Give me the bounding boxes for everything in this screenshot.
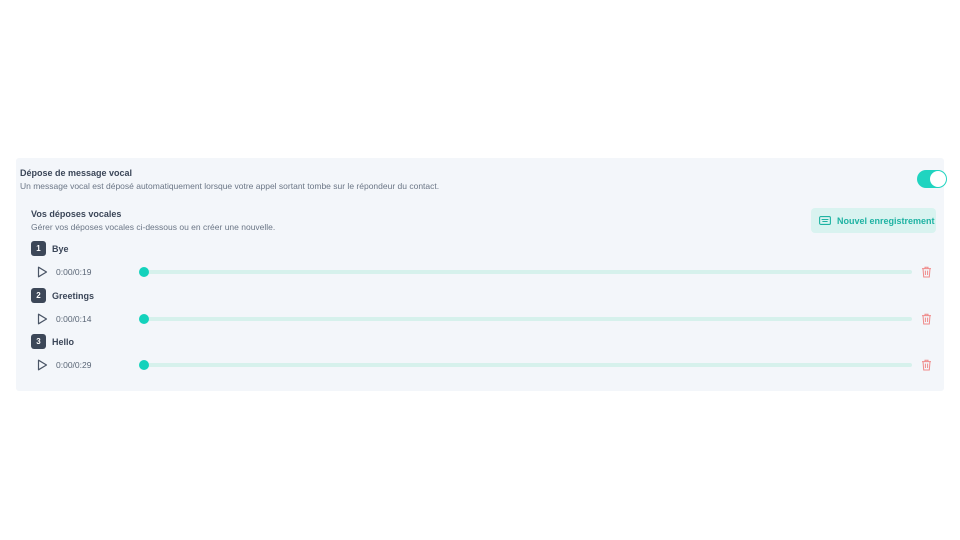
voicemail-number-badge: 1	[31, 241, 46, 256]
record-icon	[819, 216, 831, 225]
progress-handle[interactable]	[139, 314, 149, 324]
voicemail-number-badge: 3	[31, 334, 46, 349]
toggle-knob	[930, 171, 946, 187]
audio-player: 0:00/0:29	[31, 357, 936, 373]
setting-title: Dépose de message vocal	[20, 168, 133, 178]
progress-handle[interactable]	[139, 360, 149, 370]
play-icon[interactable]	[36, 359, 48, 371]
progress-track[interactable]	[140, 270, 912, 274]
playback-time: 0:00/0:19	[56, 267, 92, 277]
progress-track[interactable]	[140, 363, 912, 367]
section-description: Gérer vos déposes vocales ci-dessous ou …	[31, 222, 276, 232]
playback-time: 0:00/0:14	[56, 314, 92, 324]
play-icon[interactable]	[36, 266, 48, 278]
trash-icon[interactable]	[921, 359, 932, 371]
voicemail-name: Bye	[52, 243, 69, 254]
voicemail-drop-panel: Dépose de message vocal Un message vocal…	[16, 158, 947, 391]
voicemail-number-badge: 2	[31, 288, 46, 303]
voicemail-header: 3 Hello	[31, 334, 74, 349]
voicemail-header: 1 Bye	[31, 241, 69, 256]
audio-player: 0:00/0:14	[31, 311, 936, 327]
new-recording-button[interactable]: Nouvel enregistrement	[811, 208, 936, 233]
playback-time: 0:00/0:29	[56, 360, 92, 370]
play-icon[interactable]	[36, 313, 48, 325]
audio-player: 0:00/0:19	[31, 264, 936, 280]
new-recording-label: Nouvel enregistrement	[837, 215, 935, 226]
voicemail-drop-toggle[interactable]	[917, 170, 947, 188]
setting-description: Un message vocal est déposé automatiquem…	[20, 181, 440, 191]
section-title: Vos déposes vocales	[31, 209, 122, 219]
trash-icon[interactable]	[921, 313, 932, 325]
voicemail-header: 2 Greetings	[31, 288, 94, 303]
voicemail-name: Greetings	[52, 290, 95, 301]
progress-handle[interactable]	[139, 267, 149, 277]
progress-track[interactable]	[140, 317, 912, 321]
voicemail-name: Hello	[52, 336, 75, 347]
trash-icon[interactable]	[921, 266, 932, 278]
